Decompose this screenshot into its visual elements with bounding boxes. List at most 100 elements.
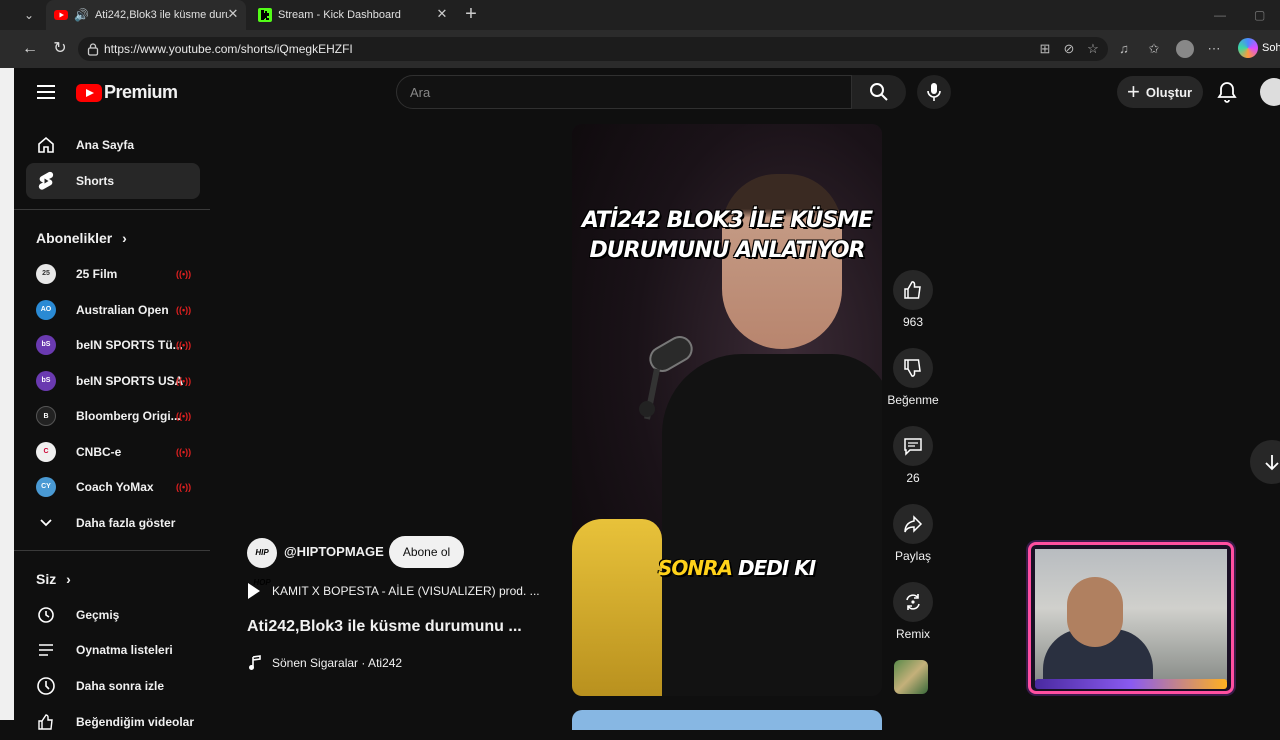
music-link[interactable]: KAMIT X BOPESTA - AİLE (VISUALIZER) prod… xyxy=(248,583,540,599)
short-title[interactable]: Ati242,Blok3 ile küsme durumunu ... xyxy=(247,618,522,636)
home-icon xyxy=(38,136,54,153)
logo-text: Premium xyxy=(104,82,178,102)
subscriptions-heading[interactable]: Abonelikler › xyxy=(36,230,127,246)
profile-avatar-icon[interactable] xyxy=(1176,40,1194,58)
youtube-premium-logo[interactable]: Premium xyxy=(76,82,178,103)
remix-label: Remix xyxy=(895,627,930,641)
sidebar-item-label: Coach YoMax xyxy=(76,480,154,494)
sidebar-item-home[interactable]: Ana Sayfa xyxy=(26,127,200,163)
liked-icon xyxy=(38,714,53,730)
channel-avatar: C xyxy=(36,442,56,462)
channel-avatar: CY xyxy=(36,477,56,497)
live-indicator-icon: ((•)) xyxy=(176,482,192,492)
sidebar-item-subscription[interactable]: bS beIN SPORTS Tü... ((•)) xyxy=(26,327,200,363)
browser-tab-bar: ⌄ 🔊 Ati242,Blok3 ile küsme durum ✕ Strea… xyxy=(0,0,1280,30)
share-icon xyxy=(904,515,923,533)
tracking-prevention-icon[interactable]: ⊘ xyxy=(1061,41,1077,57)
search-input[interactable] xyxy=(410,85,810,100)
media-control-icon[interactable]: ♫ xyxy=(1116,41,1132,57)
sidebar-item-history[interactable]: Geçmiş xyxy=(26,597,200,633)
maximize-icon[interactable]: ▢ xyxy=(1254,8,1265,22)
tab-youtube[interactable]: 🔊 Ati242,Blok3 ile küsme durum ✕ xyxy=(46,0,246,30)
like-button[interactable] xyxy=(893,270,933,310)
caption-bottom-yellow: SONRA xyxy=(658,556,733,580)
sidebar-item-label: beIN SPORTS USA xyxy=(76,374,184,388)
sidebar-item-subscription[interactable]: AO Australian Open ((•)) xyxy=(26,292,200,328)
webcam-frame-bar xyxy=(1035,679,1227,689)
close-tab-icon[interactable]: ✕ xyxy=(435,7,449,21)
sidebar-item-label: Geçmiş xyxy=(76,608,120,622)
sidebar-item-label: Oynatma listeleri xyxy=(76,643,173,657)
channel-handle[interactable]: @HIPTOPMAGE xyxy=(284,544,384,559)
voice-search-button[interactable] xyxy=(917,75,951,109)
copilot-button[interactable]: Soh xyxy=(1238,38,1280,58)
comments-button[interactable] xyxy=(893,426,933,466)
sidebar-item-label: beIN SPORTS Tü... xyxy=(76,338,183,352)
like-count: 963 xyxy=(902,315,924,329)
live-indicator-icon: ((•)) xyxy=(176,447,192,457)
channel-avatar: bS xyxy=(36,335,56,355)
playlists-icon xyxy=(39,644,53,656)
share-label: Paylaş xyxy=(894,549,932,563)
audio-playing-icon[interactable]: 🔊 xyxy=(74,8,89,22)
plus-icon: + xyxy=(1127,79,1140,104)
next-short-preview[interactable] xyxy=(572,710,882,730)
sidebar-item-subscription[interactable]: B Bloomberg Origi... ((•)) xyxy=(26,398,200,434)
account-avatar[interactable] xyxy=(1260,78,1280,106)
remix-button[interactable] xyxy=(893,582,933,622)
back-icon[interactable]: ← xyxy=(20,39,40,59)
app-available-icon[interactable]: ⊞ xyxy=(1037,41,1053,57)
create-label: Oluştur xyxy=(1145,84,1193,100)
sidebar-item-subscription[interactable]: CY Coach YoMax ((•)) xyxy=(26,469,200,505)
sidebar-divider xyxy=(14,550,210,551)
tab-kick[interactable]: Stream - Kick Dashboard ✕ xyxy=(250,0,455,30)
you-heading[interactable]: Siz › xyxy=(36,571,71,587)
remix-icon xyxy=(906,594,920,610)
live-indicator-icon: ((•)) xyxy=(176,340,192,350)
kick-favicon-icon xyxy=(258,8,272,22)
create-button[interactable]: + Oluştur xyxy=(1117,76,1203,108)
more-menu-icon[interactable]: ⋯ xyxy=(1206,41,1222,57)
share-button[interactable] xyxy=(893,504,933,544)
subscribe-button[interactable]: Abone ol xyxy=(389,536,464,568)
url-field[interactable]: https://www.youtube.com/shorts/iQmegkEHZ… xyxy=(78,37,1108,61)
sidebar-item-watch-later[interactable]: Daha sonra izle xyxy=(26,668,200,704)
next-video-button[interactable] xyxy=(1250,440,1280,484)
sidebar-item-subscription[interactable]: 25 25 Film ((•)) xyxy=(26,256,200,292)
caption-bottom-white: DEDI KI xyxy=(738,556,816,580)
dislike-button[interactable] xyxy=(893,348,933,388)
channel-avatar: bS xyxy=(36,371,56,391)
sound-link[interactable]: Sönen Sigaralar · Ati242 xyxy=(248,655,402,671)
comment-icon xyxy=(904,438,922,456)
reload-icon[interactable]: ↻ xyxy=(50,39,70,59)
notifications-bell-icon[interactable] xyxy=(1215,80,1239,104)
play-icon xyxy=(248,583,260,599)
shorts-video-player[interactable]: ATİ242 BLOK3 İLE KÜSME DURUMUNU ANLATIYO… xyxy=(572,124,882,696)
channel-avatar: B xyxy=(36,406,56,426)
thumbs-up-icon xyxy=(904,281,921,299)
history-icon xyxy=(38,607,54,623)
sidebar-item-shorts[interactable]: Shorts xyxy=(26,163,200,199)
search-button[interactable] xyxy=(852,75,906,109)
channel-avatar[interactable]: HIP HOP xyxy=(247,538,277,587)
microphone-icon xyxy=(927,83,941,101)
sidebar-show-more[interactable]: Daha fazla göster xyxy=(26,505,200,541)
close-tab-icon[interactable]: ✕ xyxy=(226,7,240,21)
youtube-favicon-icon xyxy=(54,10,68,20)
sidebar-item-playlists[interactable]: Oynatma listeleri xyxy=(26,632,200,668)
sound-thumbnail[interactable] xyxy=(894,660,928,694)
new-tab-icon[interactable]: + xyxy=(461,4,481,24)
sidebar-item-subscription[interactable]: bS beIN SPORTS USA ((•)) xyxy=(26,363,200,399)
favorite-star-icon[interactable]: ☆ xyxy=(1085,41,1101,57)
sidebar-item-label: Daha sonra izle xyxy=(76,679,165,693)
address-bar-row: ← ↻ https://www.youtube.com/shorts/iQmeg… xyxy=(0,30,1280,68)
dislike-label: Beğenme xyxy=(887,393,939,407)
hamburger-menu-icon[interactable] xyxy=(37,85,55,99)
minimize-icon[interactable]: — xyxy=(1214,8,1226,22)
yellow-chair-image xyxy=(572,519,662,696)
tab-list-chevron-icon[interactable]: ⌄ xyxy=(18,7,40,23)
sidebar-item-liked[interactable]: Beğendiğim videolar xyxy=(26,704,200,740)
sidebar-item-subscription[interactable]: C CNBC-e ((•)) xyxy=(26,434,200,470)
favorites-icon[interactable]: ✩ xyxy=(1146,41,1162,57)
sidebar-item-label: Ana Sayfa xyxy=(76,138,135,152)
